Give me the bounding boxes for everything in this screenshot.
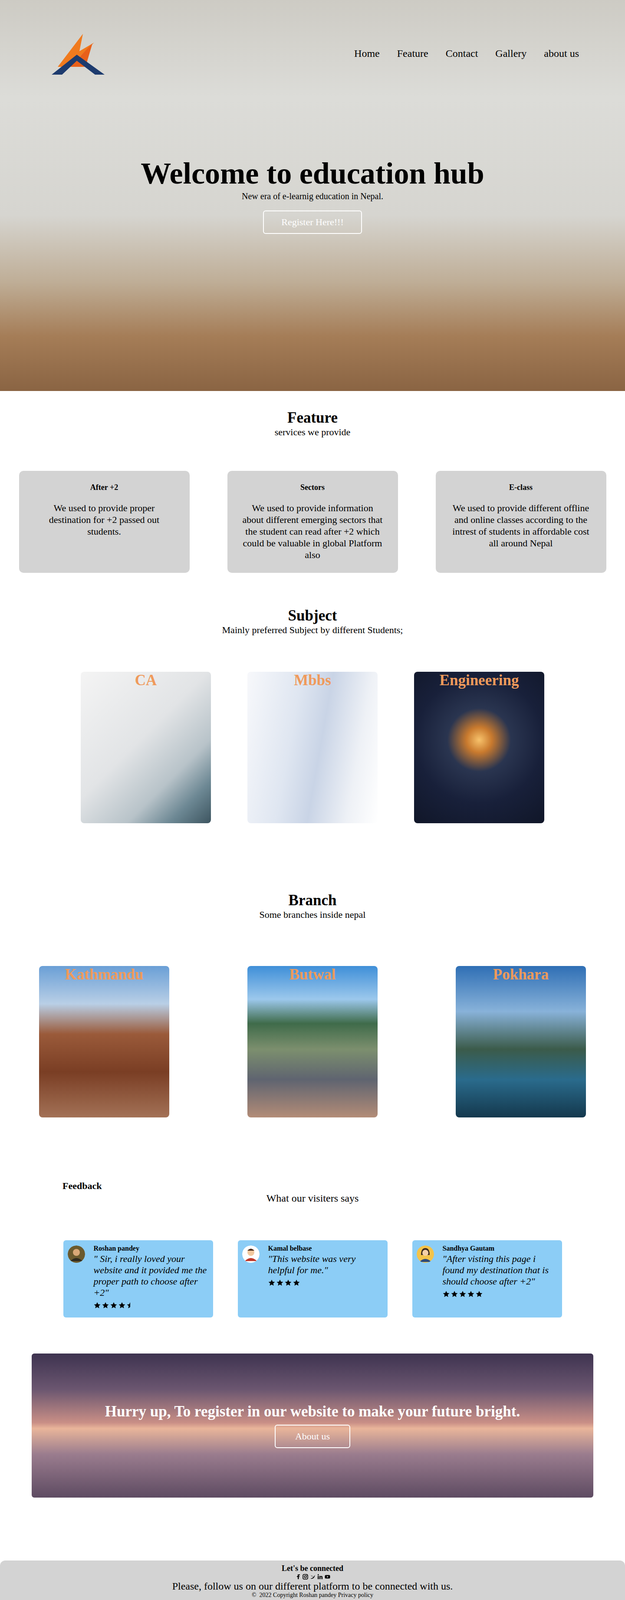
nav-link[interactable]: Contact [445, 47, 479, 60]
star-icon [110, 1302, 118, 1310]
footer-text: Please, follow us on our different platf… [4, 1580, 621, 1593]
branch-section: BranchSome branches inside nepal Kathmand… [0, 891, 625, 1118]
star-icon [292, 1279, 300, 1287]
review-card: Roshan pandey" Sir, i really loved your … [63, 1240, 214, 1318]
star-icon [467, 1290, 475, 1298]
star-icon [276, 1279, 284, 1287]
subject-label: CA [80, 671, 211, 690]
nav-link[interactable]: about us [543, 47, 579, 60]
subject-cards: CA Mbbs Engineering [0, 671, 625, 824]
rating-stars [442, 1290, 556, 1298]
section-subtitle: Some branches inside nepal [0, 909, 625, 921]
review-content: Kamal belbase"This website was very help… [268, 1244, 382, 1313]
star-icon [118, 1302, 126, 1310]
review-quote: "After visting this page i found my dest… [442, 1253, 556, 1288]
star-icon [459, 1290, 467, 1298]
reviewer-name: Kamal belbase [268, 1244, 382, 1253]
facebook-icon[interactable] [295, 1574, 301, 1580]
nav-menu: Home Feature Contact Gallery about us [354, 47, 579, 60]
section-subtitle: Mainly preferred Subject by different St… [0, 624, 625, 636]
feature-card: After +2 We used to provide proper destin… [19, 470, 190, 573]
feature-text: We used to provide proper destination fo… [32, 502, 176, 538]
branch-card[interactable]: Pokhara [455, 966, 586, 1118]
nav-link[interactable]: Home [354, 47, 380, 60]
avatar-icon [242, 1245, 260, 1264]
cta-text: Hurry up, To register in our website to … [105, 1403, 520, 1421]
star-icon [268, 1279, 276, 1287]
copyright: © 2022 Copyright Roshan pandey Privacy p… [4, 1592, 621, 1599]
branch-card[interactable]: Butwal [247, 966, 378, 1118]
linkedin-icon[interactable] [317, 1574, 323, 1580]
footer-title: Let's be connected [4, 1564, 621, 1573]
section-heading: Featureservices we provide [0, 409, 625, 438]
subject-card[interactable]: CA [80, 671, 211, 824]
social-icons [4, 1572, 621, 1581]
hero-title: Welcome to education hub [140, 156, 484, 191]
star-icon [475, 1290, 483, 1298]
feature-title: Sectors [241, 483, 385, 492]
rating-stars [268, 1279, 382, 1287]
branch-label: Kathmandu [39, 966, 170, 984]
review-content: Roshan pandey" Sir, i really loved your … [93, 1244, 208, 1313]
branch-label: Butwal [247, 966, 378, 984]
feedback-section: FeedbackWhat our visiters says Roshan pan… [0, 1180, 625, 1318]
feedback-subtitle: What our visiters says [0, 1192, 625, 1205]
branch-cards: Kathmandu Butwal Pokhara [0, 966, 625, 1118]
review-card: Sandhya Gautam"After visting this page i… [412, 1240, 563, 1318]
subject-label: Mbbs [247, 671, 378, 690]
nav-link[interactable]: Feature [397, 47, 429, 60]
review-card: Kamal belbase"This website was very help… [237, 1240, 388, 1318]
rating-stars [93, 1302, 208, 1310]
review-quote: " Sir, i really loved your website and i… [93, 1253, 208, 1299]
feature-title: E-class [449, 483, 593, 492]
feature-card: E-class We used to provide different offl… [435, 470, 607, 573]
avatar-icon [416, 1245, 435, 1264]
branch-label: Pokhara [455, 966, 586, 984]
section-heading: BranchSome branches inside nepal [0, 891, 625, 921]
instagram-icon[interactable] [302, 1574, 309, 1580]
hero-content: Welcome to education hubNew era of e-lea… [0, 156, 625, 234]
section-title: Branch [0, 891, 625, 910]
header: Home Feature Contact Gallery about us [0, 0, 625, 77]
reviewer-name: Roshan pandey [93, 1244, 208, 1253]
logo-icon[interactable] [49, 30, 108, 77]
subject-card[interactable]: Mbbs [247, 671, 378, 824]
star-icon [450, 1290, 458, 1298]
nav-link[interactable]: Gallery [495, 47, 527, 60]
feature-title: After +2 [32, 483, 176, 492]
youtube-icon[interactable] [324, 1574, 331, 1580]
feature-text: We used to provide different offline and… [449, 502, 593, 550]
subject-card[interactable]: Engineering [414, 671, 545, 824]
review-cards: Roshan pandey" Sir, i really loved your … [0, 1240, 625, 1318]
branch-card[interactable]: Kathmandu [39, 966, 170, 1118]
star-icon [93, 1302, 101, 1310]
feedback-title: Feedback [0, 1180, 625, 1192]
hero-subtitle: New era of e-learnig education in Nepal. [241, 190, 384, 202]
twitter-icon[interactable] [309, 1574, 316, 1580]
section-title: Subject [0, 607, 625, 625]
half-star-icon [126, 1302, 131, 1310]
review-quote: "This website was very helpful for me." [268, 1253, 382, 1277]
feature-card: Sectors We used to provide information ab… [227, 470, 399, 573]
feature-section: Featureservices we provide After +2 We use… [0, 409, 625, 573]
feature-text: We used to provide information about dif… [241, 502, 385, 561]
star-icon [101, 1302, 109, 1310]
register-button[interactable]: Register Here!!! [263, 210, 362, 234]
feature-cards: After +2 We used to provide proper destin… [0, 470, 625, 573]
about-button[interactable]: About us [274, 1424, 351, 1449]
reviewer-name: Sandhya Gautam [442, 1244, 556, 1253]
review-content: Sandhya Gautam"After visting this page i… [442, 1244, 556, 1313]
section-title: Feature [0, 409, 625, 427]
footer: Let's be connected Please, follow us on o… [0, 1560, 625, 1600]
section-heading: SubjectMainly preferred Subject by diffe… [0, 607, 625, 636]
hero: Home Feature Contact Gallery about us Welcome… [0, 0, 625, 392]
subject-label: Engineering [414, 671, 545, 690]
cta-banner: Hurry up, To register in our website to … [31, 1353, 594, 1498]
avatar-icon [67, 1245, 86, 1264]
star-icon [284, 1279, 292, 1287]
section-subtitle: services we provide [0, 426, 625, 438]
star-icon [442, 1290, 450, 1298]
subject-section: SubjectMainly preferred Subject by diffe… [0, 607, 625, 824]
